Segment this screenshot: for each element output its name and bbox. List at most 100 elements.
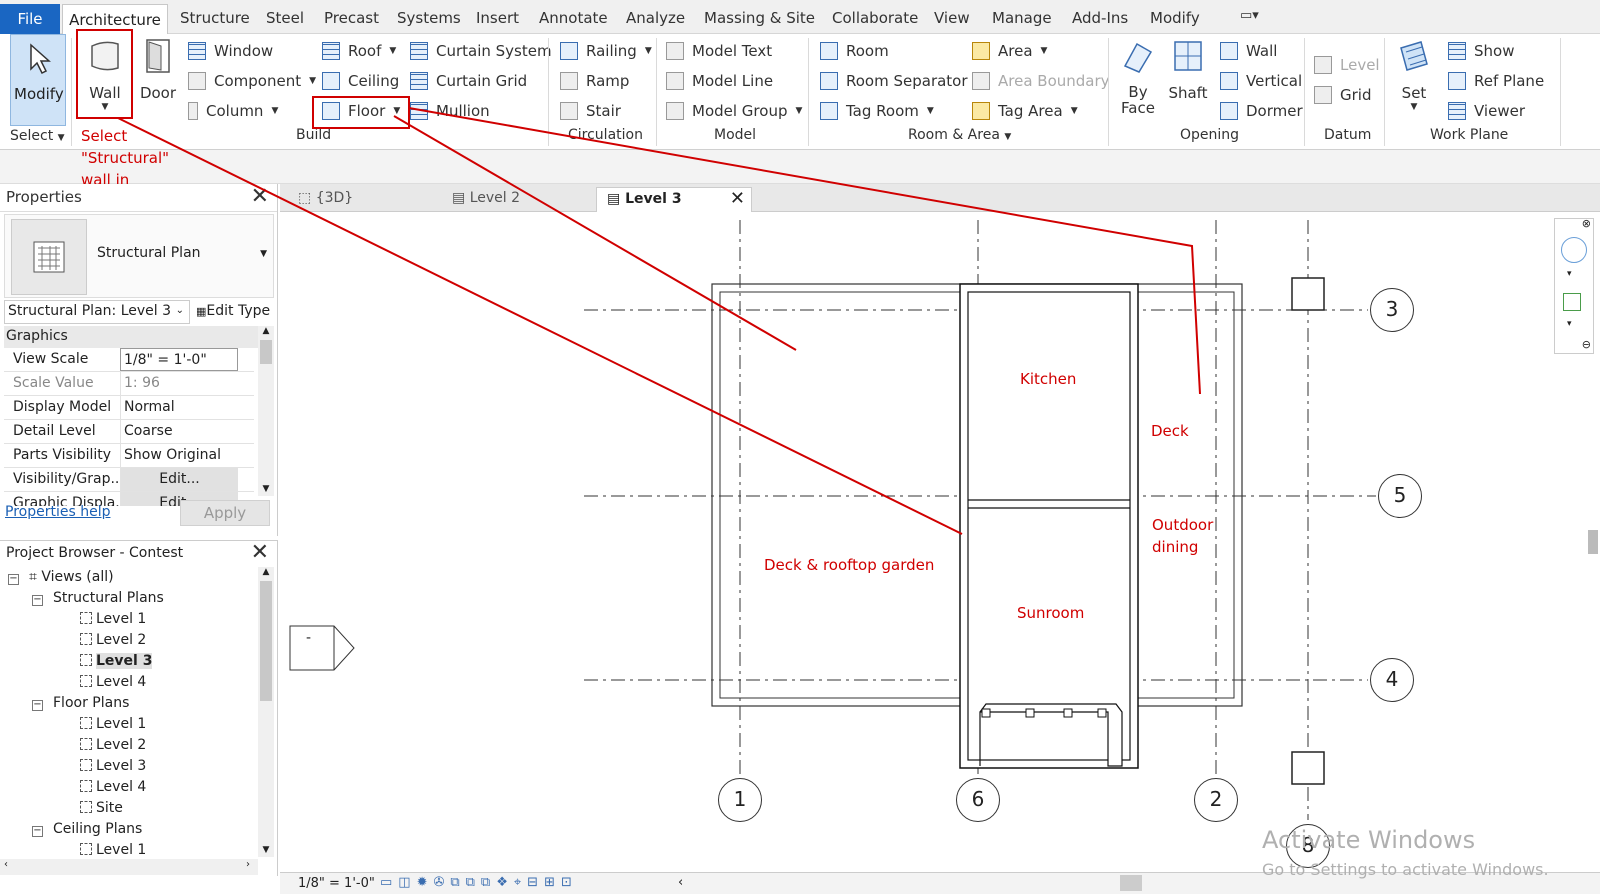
wheel-dropdown-icon[interactable]: ▾ — [1567, 269, 1572, 279]
tab-precast[interactable]: Precast — [324, 9, 379, 27]
model-text-button[interactable]: Model Text — [666, 42, 772, 60]
select-group-label[interactable]: Select ▼ — [10, 128, 65, 144]
browser-hscrollbar[interactable]: ‹ › — [0, 859, 258, 875]
by-face-button[interactable]: By Face — [1116, 38, 1160, 116]
grid-bubble-5[interactable]: 5 — [1378, 474, 1422, 518]
floor-button[interactable]: Floor ▼ — [322, 102, 400, 120]
room-label-dining[interactable]: dining — [1152, 538, 1198, 556]
set-button[interactable]: Set ▼ — [1392, 38, 1436, 112]
apply-button[interactable]: Apply — [180, 500, 270, 526]
display-model-field[interactable]: Normal — [120, 396, 238, 419]
type-selector[interactable]: Structural Plan ▼ — [4, 214, 274, 298]
close-properties-icon[interactable]: ✕ — [251, 184, 269, 209]
component-button[interactable]: Component ▼ — [188, 72, 316, 90]
tab-steel[interactable]: Steel — [266, 9, 304, 27]
view-scale-control[interactable]: 1/8" = 1'-0" — [298, 876, 375, 891]
room-label-outdoor[interactable]: Outdoor — [1152, 516, 1213, 534]
grid-button[interactable]: Grid — [1314, 86, 1371, 104]
zoom-dropdown-icon[interactable]: ▾ — [1567, 319, 1572, 329]
zoom-region-icon[interactable] — [1563, 293, 1581, 311]
show-button[interactable]: Show — [1448, 42, 1514, 60]
tab-view[interactable]: View — [934, 9, 970, 27]
drawing-canvas[interactable]: - Kitchen Deck Outdoor dining Deck & roo… — [280, 212, 1600, 872]
navbar-options-icon[interactable]: ⊖ — [1582, 338, 1591, 351]
column-button[interactable]: Column ▼ — [188, 102, 278, 120]
tree-structural-level-4[interactable]: Level 4 — [80, 674, 146, 690]
graphics-section-header[interactable]: Graphics — [4, 326, 258, 348]
grid-bubble-2[interactable]: 2 — [1194, 778, 1238, 822]
tab-level-2[interactable]: ▤ Level 2 — [442, 187, 530, 212]
file-menu-tab[interactable]: File — [0, 4, 60, 34]
tree-floor-level-2[interactable]: Level 2 — [80, 737, 146, 753]
tree-structural-plans[interactable]: − Structural Plans — [32, 590, 164, 606]
tab-analyze[interactable]: Analyze — [626, 9, 685, 27]
detail-level-field[interactable]: Coarse — [120, 420, 238, 443]
tree-floor-site[interactable]: Site — [80, 800, 123, 816]
level-button[interactable]: Level — [1314, 56, 1380, 74]
ceiling-button[interactable]: Ceiling — [322, 72, 399, 90]
grid-bubble-1[interactable]: 1 — [718, 778, 762, 822]
mullion-button[interactable]: Mullion — [410, 102, 490, 120]
model-group-button[interactable]: Model Group ▼ — [666, 102, 802, 120]
roof-button[interactable]: Roof ▼ — [322, 42, 396, 60]
tree-structural-level-3[interactable]: Level 3 — [80, 653, 153, 669]
room-label-deck[interactable]: Deck — [1151, 422, 1189, 440]
area-boundary-button[interactable]: Area Boundary — [972, 72, 1110, 90]
ramp-button[interactable]: Ramp — [560, 72, 629, 90]
tab-massing-site[interactable]: Massing & Site — [704, 9, 815, 27]
browser-scrollbar[interactable]: ▲ ▼ — [258, 567, 274, 857]
grid-bubble-4[interactable]: 4 — [1370, 658, 1414, 702]
steering-wheel-icon[interactable] — [1561, 237, 1587, 263]
tree-floor-level-3[interactable]: Level 3 — [80, 758, 146, 774]
visibility-graphics-edit-button[interactable]: Edit... — [120, 468, 238, 491]
curtain-system-button[interactable]: Curtain System — [410, 42, 552, 60]
tree-ceiling-plans[interactable]: − Ceiling Plans — [32, 821, 142, 837]
tab-insert[interactable]: Insert — [476, 9, 519, 27]
tree-floor-level-1[interactable]: Level 1 — [80, 716, 146, 732]
window-button[interactable]: Window — [188, 42, 273, 60]
edit-type-button[interactable]: ▦Edit Type — [196, 303, 270, 319]
dormer-button[interactable]: Dormer — [1220, 102, 1303, 120]
tree-structural-level-1[interactable]: Level 1 — [80, 611, 146, 627]
room-label-kitchen[interactable]: Kitchen — [1020, 370, 1076, 388]
curtain-grid-button[interactable]: Curtain Grid — [410, 72, 527, 90]
modify-button[interactable]: Modify — [10, 34, 66, 126]
tab-3d-view[interactable]: ⬚ {3D} — [288, 187, 363, 212]
close-navbar-icon[interactable]: ⊗ — [1582, 217, 1591, 230]
view-control-icons[interactable]: ▭◫✹✇⧉⧉⧉❖⌖⊟⊞⊡ — [380, 875, 578, 890]
railing-button[interactable]: Railing ▼ — [560, 42, 652, 60]
grid-bubble-3[interactable]: 3 — [1370, 288, 1414, 332]
shaft-button[interactable]: Shaft — [1164, 38, 1212, 102]
room-area-group-label[interactable]: Room & Area ▼ — [908, 127, 1011, 143]
type-dropdown-icon[interactable]: ▼ — [260, 249, 267, 259]
tab-manage[interactable]: Manage — [992, 9, 1052, 27]
canvas-hscroll-thumb[interactable] — [1120, 875, 1142, 891]
panel-toggle-icon[interactable]: ▭▾ — [1240, 8, 1259, 23]
tab-annotate[interactable]: Annotate — [539, 9, 608, 27]
viewer-button[interactable]: Viewer — [1448, 102, 1525, 120]
stair-button[interactable]: Stair — [560, 102, 621, 120]
model-line-button[interactable]: Model Line — [666, 72, 773, 90]
scroll-left-icon[interactable]: ‹ — [678, 875, 683, 890]
tree-views-all[interactable]: − ⌗ Views (all) — [8, 569, 114, 585]
room-label-deck-garden[interactable]: Deck & rooftop garden — [764, 556, 934, 574]
area-button[interactable]: Area ▼ — [972, 42, 1047, 60]
tag-area-button[interactable]: Tag Area ▼ — [972, 102, 1078, 120]
grid-bubble-6[interactable]: 6 — [956, 778, 1000, 822]
close-tab-icon[interactable]: ✕ — [730, 188, 745, 209]
wall-button[interactable]: Wall ▼ — [80, 38, 130, 112]
ref-plane-button[interactable]: Ref Plane — [1448, 72, 1544, 90]
properties-scrollbar[interactable]: ▲ ▼ — [258, 326, 274, 496]
opening-wall-button[interactable]: Wall — [1220, 42, 1277, 60]
tab-architecture[interactable]: Architecture — [62, 4, 168, 35]
tree-structural-level-2[interactable]: Level 2 — [80, 632, 146, 648]
room-button[interactable]: Room — [820, 42, 889, 60]
room-separator-button[interactable]: Room Separator — [820, 72, 968, 90]
properties-help-link[interactable]: Properties help — [5, 504, 110, 520]
tab-level-3[interactable]: ▤ Level 3 ✕ — [596, 187, 752, 212]
tag-room-button[interactable]: Tag Room ▼ — [820, 102, 934, 120]
vertical-button[interactable]: Vertical — [1220, 72, 1302, 90]
door-button[interactable]: Door — [136, 38, 180, 102]
tab-modify[interactable]: Modify — [1150, 9, 1200, 27]
canvas-vscroll-thumb[interactable] — [1588, 530, 1598, 554]
